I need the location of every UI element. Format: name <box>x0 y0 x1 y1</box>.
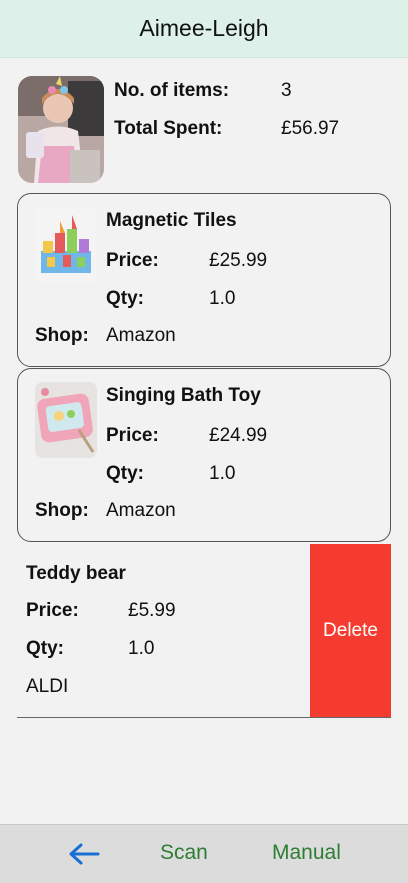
item-card[interactable]: Teddy bear Price: £5.99 Qty: 1.0 ALDI <box>17 544 310 718</box>
qty-label: Qty: <box>106 288 144 309</box>
shop-value: ALDI <box>26 676 69 697</box>
price-label: Price: <box>26 600 79 621</box>
item-name: Teddy bear <box>26 563 126 584</box>
manual-button[interactable]: Manual <box>272 841 341 865</box>
item-name: Magnetic Tiles <box>106 210 237 231</box>
items-count-value: 3 <box>281 80 292 101</box>
scan-button[interactable]: Scan <box>160 841 208 865</box>
item-name: Singing Bath Toy <box>106 385 261 406</box>
item-card[interactable]: Singing Bath Toy Price: £24.99 Qty: 1.0 … <box>17 368 391 542</box>
shop-value: Amazon <box>106 500 176 521</box>
shop-label: Shop: <box>35 325 89 346</box>
shop-label: Shop: <box>35 500 89 521</box>
page-title: Aimee-Leigh <box>139 15 269 41</box>
total-spent-value: £56.97 <box>281 118 340 139</box>
qty-value: 1.0 <box>128 638 155 659</box>
shop-value: Amazon <box>106 325 176 346</box>
price-label: Price: <box>106 425 159 446</box>
item-thumbnail <box>35 382 97 458</box>
child-avatar <box>18 76 104 183</box>
child-summary: No. of items: 3 Total Spent: £56.97 <box>18 76 398 184</box>
qty-label: Qty: <box>106 463 144 484</box>
item-thumbnail <box>35 207 97 283</box>
price-label: Price: <box>106 250 159 271</box>
price-value: £24.99 <box>209 425 268 446</box>
qty-value: 1.0 <box>209 288 236 309</box>
nav-header: Aimee-Leigh <box>0 0 408 58</box>
left-arrow-icon[interactable] <box>68 843 100 865</box>
price-value: £5.99 <box>128 600 176 621</box>
qty-value: 1.0 <box>209 463 236 484</box>
delete-button[interactable]: Delete <box>310 544 391 718</box>
price-value: £25.99 <box>209 250 268 271</box>
bottom-toolbar: Scan Manual <box>0 824 408 883</box>
items-count-label: No. of items: <box>114 80 230 101</box>
swiped-item-row[interactable]: Teddy bear Price: £5.99 Qty: 1.0 ALDI De… <box>17 544 391 718</box>
item-card[interactable]: Magnetic Tiles Price: £25.99 Qty: 1.0 Sh… <box>17 193 391 367</box>
total-spent-label: Total Spent: <box>114 118 223 139</box>
qty-label: Qty: <box>26 638 64 659</box>
